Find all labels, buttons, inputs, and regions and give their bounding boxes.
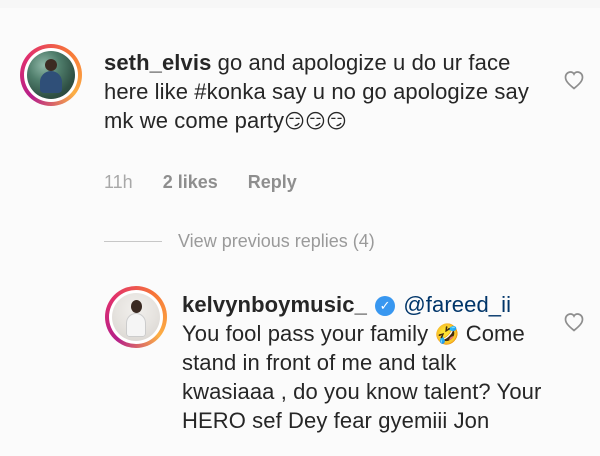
avatar-inner [24,48,78,102]
comment-meta: 11h 2 likes Reply [104,172,297,193]
avatar-image [27,51,75,99]
comment-kelvynboymusic: kelvynboymusic_ ✓ @fareed_ii You fool pa… [0,278,600,456]
avatar-image [112,293,160,341]
username[interactable]: seth_elvis [104,50,211,75]
avatar-figure-body [40,71,62,93]
timestamp: 11h [104,172,133,192]
mention[interactable]: @fareed_ii [403,292,511,317]
view-previous-label[interactable]: View previous replies (4) [178,231,375,252]
replies-divider [104,240,162,242]
comment-body-line1: You fool pass your family [182,321,429,346]
top-separator [0,0,600,8]
view-previous-replies[interactable]: View previous replies (4) [104,228,524,254]
likes-count[interactable]: 2 likes [163,172,218,193]
avatar[interactable] [105,286,167,348]
heart-icon[interactable] [562,310,586,332]
username[interactable]: kelvynboymusic_ [182,292,367,317]
avatar-inner [109,290,163,344]
comment-text: kelvynboymusic_ ✓ @fareed_ii You fool pa… [182,290,542,435]
avatar-figure-head [45,59,57,71]
emoji-smirk: 😏😏😏 [284,111,347,134]
comment-seth-elvis: seth_elvis go and apologize u do ur face… [0,36,600,206]
avatar-figure-body [126,313,146,337]
avatar[interactable] [20,44,82,106]
comment-text: seth_elvis go and apologize u do ur face… [104,48,542,135]
reply-button[interactable]: Reply [248,172,297,193]
heart-icon[interactable] [562,68,586,90]
emoji-laughing: 🤣 [434,324,460,347]
avatar-figure-head [131,300,142,313]
verified-badge-icon: ✓ [375,296,396,317]
